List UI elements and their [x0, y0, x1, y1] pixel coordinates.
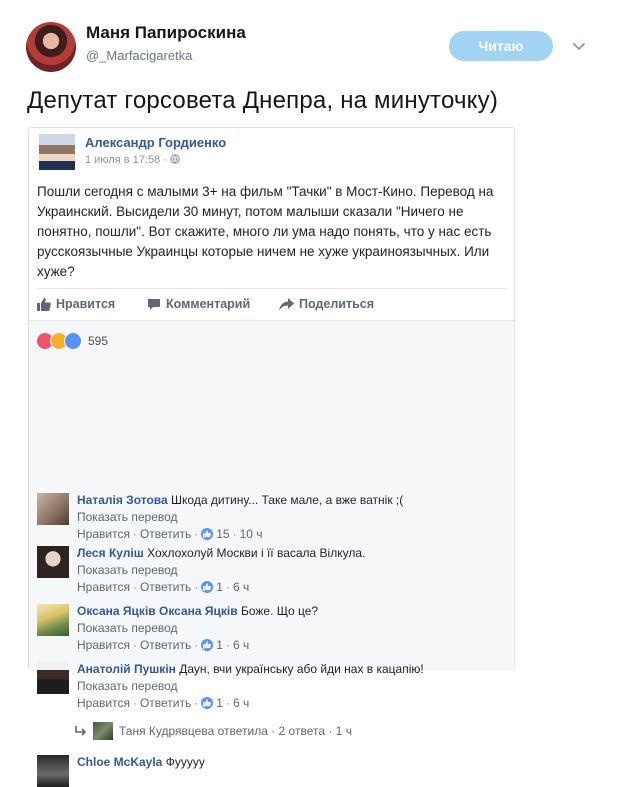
show-translation-link[interactable]: Показать перевод: [77, 510, 178, 524]
post-timestamp[interactable]: 1 июля в 17:58 ·: [85, 154, 170, 166]
reply-arrow-icon: [75, 726, 87, 736]
show-translation-link[interactable]: Показать перевод: [77, 679, 178, 693]
comment-reply-link[interactable]: Ответить: [140, 638, 191, 652]
comment-text: Даун, вчи українську або йди нах в кацап…: [175, 662, 424, 676]
commenter-name[interactable]: Анатолій Пушкін: [77, 662, 176, 676]
reactions-summary[interactable]: 595: [36, 331, 108, 351]
separator-dot: ·: [194, 638, 199, 652]
show-translation-link[interactable]: Показать перевод: [77, 621, 178, 635]
comment-actions: Нравится · Ответить · 1 · 6 ч: [77, 638, 249, 652]
separator-dot: ·: [194, 696, 199, 710]
comments-section: 595 Наталія Зотова Шкода дитину... Таке …: [29, 320, 514, 787]
comment-reply-link[interactable]: Ответить: [140, 696, 191, 710]
comment-reply-link[interactable]: Ответить: [140, 527, 191, 541]
comment-like-count: 15: [216, 527, 230, 541]
divider: [37, 288, 507, 289]
post-body: Пошли сегодня с малыми 3+ на фильм "Тачк…: [37, 184, 494, 279]
comment-actions: Нравится · Ответить · 1 · 6 ч: [77, 696, 249, 710]
post-meta: 1 июля в 17:58 ·: [85, 154, 180, 166]
comment-text-line: Оксана Яцків Оксана Яцків Боже. Що це?: [77, 604, 318, 618]
follow-button[interactable]: Читаю: [449, 31, 553, 61]
commenter-name[interactable]: Chloe McKayla: [77, 755, 162, 769]
author-name[interactable]: Маня Папироскина: [86, 23, 246, 43]
globe-icon: [170, 154, 180, 164]
comment-icon: [148, 298, 160, 310]
share-action-label: Поделиться: [299, 297, 375, 311]
commenter-name[interactable]: Оксана Яцків Оксана Яцків: [77, 604, 238, 618]
chevron-down-icon[interactable]: [571, 38, 587, 54]
comment-action[interactable]: Комментарий: [147, 297, 250, 311]
comment-like-link[interactable]: Нравится: [77, 580, 130, 594]
comment-time: 10 ч: [239, 527, 263, 541]
commenter-avatar[interactable]: [37, 546, 69, 578]
separator-dot: ·: [225, 580, 230, 594]
like-count-icon: [201, 639, 214, 651]
facebook-post-card: Александр Гордиенко 1 июля в 17:58 · Пош…: [28, 127, 515, 787]
comment-actions: Нравится · Ответить · 1 · 6 ч: [77, 580, 249, 594]
comment-time: 6 ч: [232, 638, 250, 652]
commenter-avatar[interactable]: [37, 755, 69, 787]
author-avatar[interactable]: [26, 22, 76, 72]
comment-text-line: Наталія Зотова Шкода дитину... Таке мале…: [77, 493, 403, 507]
comment-like-count: 1: [216, 638, 223, 652]
post-author-avatar[interactable]: [39, 134, 75, 170]
comment-text: Шкода дитину... Таке мале, а вже ватнік …: [167, 493, 404, 507]
like-action[interactable]: Нравится: [37, 297, 115, 311]
comment-reply-link[interactable]: Ответить: [140, 580, 191, 594]
tweet-text: Депутат горсовета Днепра, на минуточку): [27, 87, 499, 114]
share-action[interactable]: Поделиться: [279, 297, 374, 311]
like-action-label: Нравится: [56, 297, 116, 311]
separator-dot: ·: [132, 580, 137, 594]
comment-like-link[interactable]: Нравится: [77, 527, 130, 541]
commenter-avatar[interactable]: [37, 493, 69, 525]
commenter-avatar[interactable]: [37, 604, 69, 636]
separator-dot: ·: [225, 638, 230, 652]
comment-time: 6 ч: [232, 696, 250, 710]
comment-like-link[interactable]: Нравится: [77, 638, 130, 652]
reply-author-avatar: [93, 722, 113, 740]
separator-dot: ·: [132, 638, 137, 652]
comment-text-line: Леся Куліш Хохлохолуй Москви і її васала…: [77, 546, 365, 560]
reactions-count: 595: [88, 334, 109, 348]
comment-time: 6 ч: [232, 580, 250, 594]
separator-dot: ·: [225, 696, 230, 710]
tweet-header: Маня Папироскина @_Marfacigaretka Читаю: [0, 0, 620, 80]
separator-dot: ·: [132, 527, 137, 541]
reply-preview-text: Таня Кудрявцева ответила · 2 ответа · 1 …: [119, 724, 352, 738]
like-count-icon: [201, 528, 214, 540]
thumbs-up-icon: [37, 297, 51, 311]
separator-dot: ·: [194, 527, 199, 541]
comment-like-link[interactable]: Нравится: [77, 696, 130, 710]
comment-text-line: Chloe McKayla Фууууу: [77, 755, 205, 769]
like-count-icon: [201, 581, 214, 593]
commenter-name[interactable]: Наталія Зотова: [77, 493, 168, 507]
like-count-icon: [201, 697, 214, 709]
comment-text-line: Анатолій Пушкін Даун, вчи українську або…: [77, 662, 424, 676]
separator-dot: ·: [194, 580, 199, 594]
separator-dot: ·: [232, 527, 237, 541]
comment-actions: Нравится · Ответить · 15 · 10 ч: [77, 527, 263, 541]
share-icon: [279, 297, 294, 310]
author-handle[interactable]: @_Marfacigaretka: [86, 48, 192, 63]
view-replies-link[interactable]: Таня Кудрявцева ответила · 2 ответа · 1 …: [75, 722, 352, 740]
comment-text: Боже. Що це?: [237, 604, 319, 618]
comment-text: Хохлохолуй Москви і її васала Вілкула.: [143, 546, 366, 560]
post-actions: Нравится Комментарий Поделиться: [37, 295, 507, 317]
separator-dot: ·: [132, 696, 137, 710]
comment-text: Фууууу: [162, 755, 205, 769]
commenter-name[interactable]: Леся Куліш: [77, 546, 144, 560]
like-reaction-icon: [64, 332, 82, 350]
commenter-avatar[interactable]: [37, 662, 69, 694]
comment-like-count: 1: [216, 580, 223, 594]
show-translation-link[interactable]: Показать перевод: [77, 563, 178, 577]
comment-action-label: Комментарий: [166, 297, 251, 311]
post-author-name[interactable]: Александр Гордиенко: [85, 135, 226, 150]
comment-like-count: 1: [216, 696, 223, 710]
